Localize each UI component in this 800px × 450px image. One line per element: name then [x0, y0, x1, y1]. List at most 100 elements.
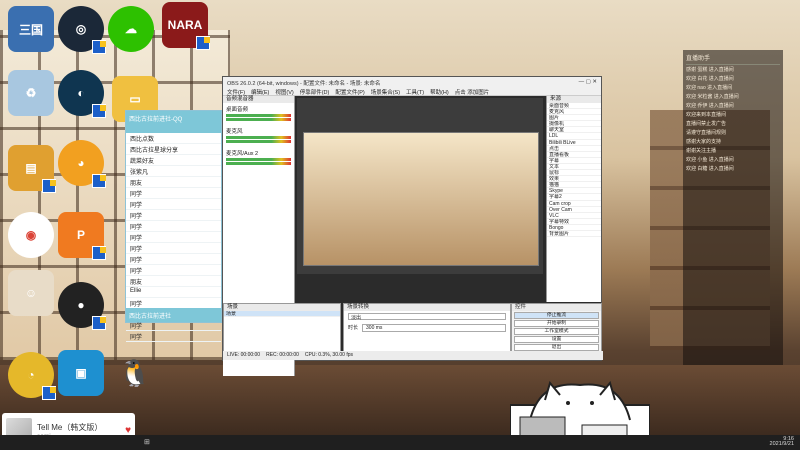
mixer-title: 音频混音器 — [223, 96, 294, 103]
pdf-icon[interactable]: P — [58, 212, 106, 260]
chat-messages: 感谢 蛋糕 进入直播间 欢迎 白花 进入直播间 欢迎 nao 进入直播间 欢迎 米粒酱… — [686, 67, 780, 173]
game-icon[interactable]: NARA — [162, 2, 210, 50]
cpu-status: CPU: 0.3%, 30.00 fps — [304, 352, 353, 358]
mascot-app-icon[interactable]: ◕ — [58, 140, 106, 188]
volume-slider[interactable] — [226, 162, 291, 165]
mixer-channel-label: 麦克风 — [226, 129, 243, 135]
studio-mode-button[interactable]: 工作室模式 — [514, 328, 599, 335]
obs-statusbar: LIVE: 00:00:00 REC: 00:00:00 CPU: 0.3%, … — [223, 351, 603, 360]
obs-menu-item[interactable]: 工具(T) — [406, 88, 424, 96]
taskbar[interactable]: ⊞ 9:16 2021/9/21 — [0, 435, 800, 450]
qq-contact-row[interactable]: Ellie — [126, 287, 221, 298]
chat-title: 直播助手 — [686, 53, 780, 65]
chat-message: 欢迎 白花 进入直播间 — [686, 76, 734, 82]
obs-icon[interactable]: ● — [58, 282, 106, 330]
sources-list[interactable]: 桌面音频 麦克风 图片 摄像机 聊天室 LDL Bilibili BLive 点击 直播看板 字幕… — [547, 103, 601, 238]
mixer-channel[interactable]: 麦克风 — [223, 125, 294, 147]
obs-menu-item[interactable]: 帮助(H) — [430, 88, 449, 96]
controls-dock[interactable]: 控件 停止推流 开始录制 工作室模式 设置 退出 — [511, 303, 602, 353]
mixer-channel-label: 麦克风/Aux 2 — [226, 151, 259, 157]
live-status: LIVE: 00:00:00 — [227, 352, 261, 358]
stop-streaming-button[interactable]: 停止推流 — [514, 312, 599, 319]
qq-panel[interactable]: 西比古拉前进社-QQ 西比点数 西比古拉星球分享 蔬菜好友 张紫凡 朋友 同学 同学 同学 同学… — [125, 110, 222, 342]
volume-slider[interactable] — [226, 140, 291, 143]
pc-icon[interactable]: 三国 — [8, 6, 54, 52]
obs-menu-item[interactable]: 点击 添加图片 — [455, 88, 490, 96]
sources-dock[interactable]: 来源 桌面音频 麦克风 图片 摄像机 聊天室 LDL Bilibili BLive 点击 直播看… — [546, 96, 601, 302]
qq-contact-row[interactable]: 同学 — [126, 232, 221, 243]
level-meter — [226, 136, 291, 139]
duration-row: 时长 300 ms — [348, 324, 506, 332]
mixer-channel-label: 桌面音频 — [226, 107, 249, 113]
volume-slider[interactable] — [226, 118, 291, 121]
chat-message: 请遵守直播间规则 — [686, 130, 727, 136]
song-title: Tell Me（韩文版） — [37, 422, 103, 432]
scenes-title: 场景 — [224, 304, 340, 311]
source-item[interactable]: 背景图片 — [547, 231, 601, 238]
steam-icon[interactable]: ◎ — [58, 6, 106, 54]
start-recording-button[interactable]: 开始录制 — [514, 320, 599, 327]
clock[interactable]: 9:16 2021/9/21 — [770, 436, 794, 447]
chat-message: 欢迎 米粒酱 进入直播间 — [686, 94, 739, 100]
obs-menu-item[interactable]: 场景集合(S) — [371, 88, 400, 96]
norton-icon[interactable]: ◔ — [8, 352, 56, 400]
chat-message: 感谢 蛋糕 进入直播间 — [686, 67, 734, 73]
folder-icon-2[interactable]: ▤ — [8, 145, 56, 193]
qq-contact-row[interactable]: 同学 — [126, 199, 221, 210]
app-icon[interactable]: ◐ — [58, 70, 106, 118]
qq-contact-row[interactable]: 西比点数 — [126, 133, 221, 144]
obs-menu-item[interactable]: 编辑(E) — [251, 88, 269, 96]
mixer-channel[interactable]: 桌面音频 — [223, 103, 294, 125]
duration-input[interactable]: 300 ms — [362, 324, 506, 332]
qq-contact-row[interactable]: 朋友 — [126, 177, 221, 188]
qq-contact-row[interactable]: 同学 — [126, 221, 221, 232]
cat-app-icon[interactable]: ☺ — [8, 270, 54, 316]
qq-contact-row[interactable]: 张紫凡 — [126, 166, 221, 177]
level-meter — [226, 114, 291, 117]
chrome-icon[interactable]: ◉ — [8, 212, 54, 258]
chat-message: 谢谢关注主播 — [686, 148, 717, 154]
obs-menu-item[interactable]: 配置文件(P) — [335, 88, 364, 96]
qq-contact-row[interactable]: 西比古拉星球分享 — [126, 144, 221, 155]
wechat-icon[interactable]: ☁ — [108, 6, 154, 52]
qq-header: 西比古拉前进社-QQ — [126, 111, 221, 133]
fileapp-icon[interactable]: ▣ — [58, 350, 104, 396]
cat-eye-right — [590, 401, 594, 405]
game-icon-label: NARA — [167, 18, 203, 32]
recycle-bin-icon[interactable]: ♻ — [8, 70, 54, 116]
scenes-dock[interactable]: 场景 场景 — [223, 303, 341, 353]
window-controls[interactable]: — ▢ ✕ — [579, 79, 597, 85]
mixer-channel[interactable]: 麦克风/Aux 2 — [223, 147, 294, 169]
qq-contact-row[interactable]: 同学 — [126, 243, 221, 254]
qq-contact-row[interactable]: 同学 — [126, 254, 221, 265]
qq-contact-row[interactable]: 同学 — [126, 331, 221, 342]
level-meter — [226, 158, 291, 161]
preview-image — [303, 132, 539, 266]
qq-contact-row[interactable]: 同学 — [126, 188, 221, 199]
obs-menubar[interactable]: 文件(F) 编辑(E) 视图(V) 停靠部件(D) 配置文件(P) 场景集合(S) 工具(T… — [223, 87, 601, 96]
obs-menu-item[interactable]: 停靠部件(D) — [300, 88, 330, 96]
qq-footer[interactable]: 西比古拉前进社 — [126, 308, 221, 322]
obs-window[interactable]: OBS 26.0.2 (64-bit, windows) - 配置文件: 未命名… — [222, 76, 603, 376]
preview-canvas[interactable] — [297, 98, 543, 274]
qq-contact-row[interactable]: 朋友 — [126, 276, 221, 287]
obs-titlebar[interactable]: OBS 26.0.2 (64-bit, windows) - 配置文件: 未命名… — [223, 77, 601, 87]
transitions-title: 场景转换 — [344, 304, 510, 311]
chat-message: 欢迎 白糖 进入直播间 — [686, 166, 734, 172]
start-icon[interactable]: ⊞ — [144, 438, 150, 446]
transitions-dock[interactable]: 场景转换 淡出 时长 300 ms — [343, 303, 511, 353]
chat-panel[interactable]: 直播助手 感谢 蛋糕 进入直播间 欢迎 白花 进入直播间 欢迎 nao 进入直播间欢… — [683, 50, 783, 365]
qq-contact-row[interactable]: 蔬菜好友 — [126, 155, 221, 166]
scene-item[interactable]: 场景 — [224, 311, 340, 318]
mixer-channels[interactable]: 桌面音频麦克风麦克风/Aux 2 — [223, 103, 294, 169]
transition-select[interactable]: 淡出 — [348, 313, 506, 321]
exit-button[interactable]: 退出 — [514, 344, 599, 351]
qq-icon[interactable]: 🐧 — [112, 350, 158, 396]
qq-contact-row[interactable]: 同学 — [126, 210, 221, 221]
obs-menu-item[interactable]: 文件(F) — [227, 88, 245, 96]
obs-menu-item[interactable]: 视图(V) — [275, 88, 293, 96]
pc-icon-label: 三国 — [18, 22, 43, 37]
obs-title: OBS 26.0.2 (64-bit, windows) - 配置文件: 未命名… — [227, 81, 381, 87]
qq-contact-row[interactable]: 同学 — [126, 265, 221, 276]
settings-button[interactable]: 设置 — [514, 336, 599, 343]
